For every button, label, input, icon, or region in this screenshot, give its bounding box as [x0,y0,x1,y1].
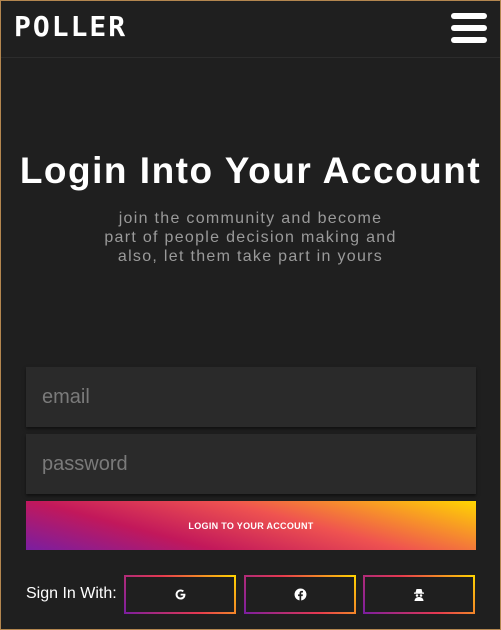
page-title: Login Into Your Account [19,150,482,191]
page-subtitle: join the community and become part of pe… [104,210,397,265]
sign-in-with-label: Sign In With: [26,585,117,602]
google-icon [175,589,185,600]
poller-logo[interactable]: POLLER [14,11,127,43]
facebook-sign-in-button[interactable] [244,575,356,614]
menu-bar-middle [451,25,487,31]
login-button[interactable]: LOGIN TO YOUR ACCOUNT [26,501,476,550]
password-field[interactable] [26,434,476,494]
facebook-icon [294,588,306,601]
anonymous-user-icon [414,589,424,601]
email-field[interactable] [26,367,476,427]
hamburger-menu-icon[interactable] [451,13,487,47]
anonymous-sign-in-button[interactable] [363,575,475,614]
google-sign-in-button[interactable] [124,575,236,614]
menu-bar-top [451,13,487,19]
top-navbar: POLLER [1,1,500,58]
menu-bar-bottom [451,37,487,43]
